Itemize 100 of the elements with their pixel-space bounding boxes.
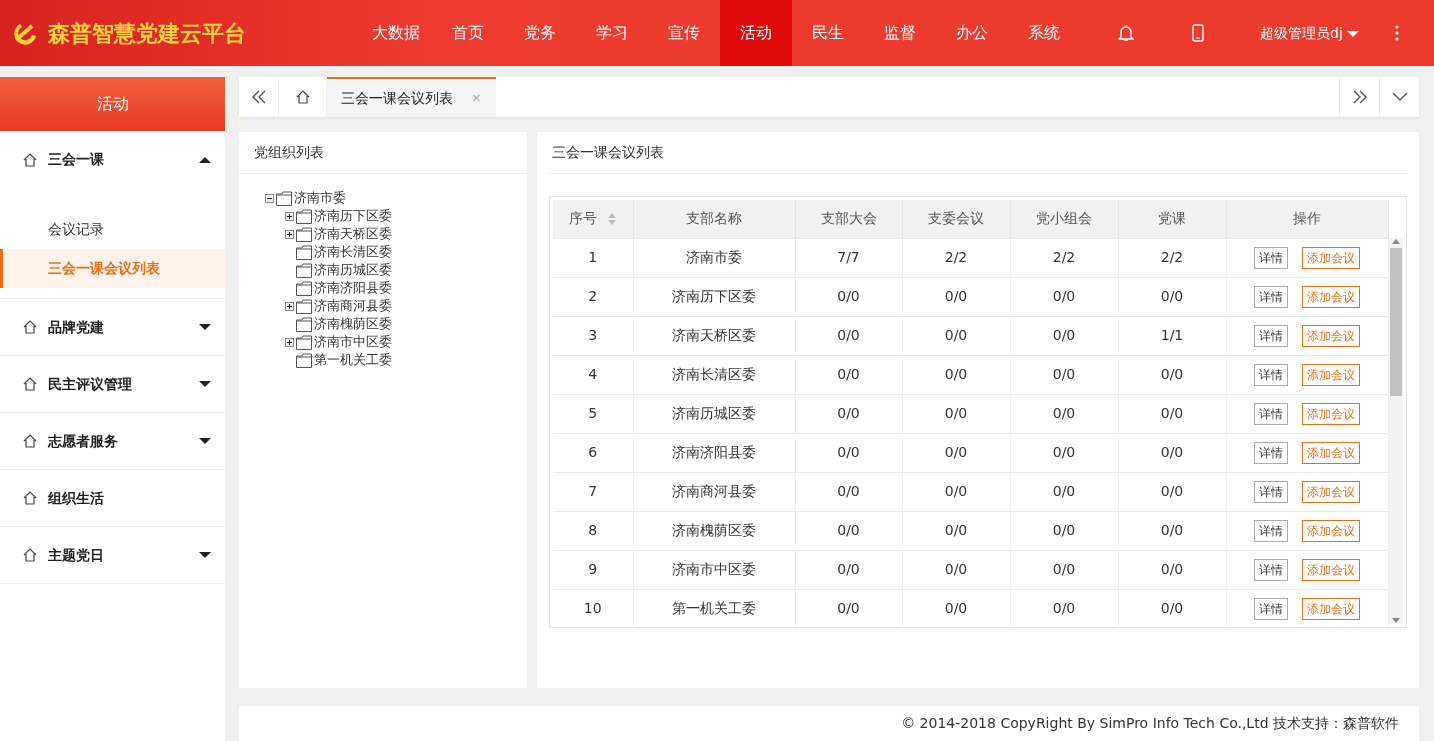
expand-icon[interactable] xyxy=(285,211,294,221)
details-button[interactable]: 详情 xyxy=(1254,246,1288,269)
tree-node[interactable]: 济南槐荫区委 xyxy=(314,314,392,334)
page-tab[interactable]: 三会一课会议列表 × xyxy=(327,77,496,117)
table-cell: 10 xyxy=(553,589,633,628)
home-icon xyxy=(22,490,38,506)
table-cell: 0/0 xyxy=(1010,433,1118,472)
tree-node[interactable]: 济南市委 xyxy=(294,188,346,208)
table-cell: 0/0 xyxy=(902,550,1010,589)
table-cell: 0/0 xyxy=(1010,511,1118,550)
column-header: 支部大会 xyxy=(795,200,902,238)
nav-tab[interactable]: 学习 xyxy=(576,0,648,66)
expand-icon[interactable] xyxy=(285,229,294,239)
nav-tab[interactable]: 宣传 xyxy=(648,0,720,66)
column-header: 党小组会 xyxy=(1010,200,1118,238)
nav-tab[interactable]: 监督 xyxy=(864,0,936,66)
table-cell: 济南商河县委 xyxy=(633,472,795,511)
table-cell: 济南槐荫区委 xyxy=(633,511,795,550)
panel-title: 党组织列表 xyxy=(239,132,527,174)
table-cell: 0/0 xyxy=(1118,511,1226,550)
table-cell: 济南长清区委 xyxy=(633,355,795,394)
collapse-icon[interactable] xyxy=(265,193,274,203)
tree-node[interactable]: 济南历下区委 xyxy=(314,206,392,226)
table-cell: 0/0 xyxy=(1010,589,1118,628)
table-cell: 0/0 xyxy=(1010,472,1118,511)
table-cell: 7/7 xyxy=(795,238,902,277)
table-cell: 2/2 xyxy=(1118,238,1226,277)
details-button[interactable]: 详情 xyxy=(1254,519,1288,542)
tree-node[interactable]: 济南济阳县委 xyxy=(314,278,392,298)
app-title: 森普智慧党建云平台 xyxy=(48,19,246,48)
table-cell: 济南历下区委 xyxy=(633,277,795,316)
table-cell: 2/2 xyxy=(902,238,1010,277)
scroll-down-icon[interactable] xyxy=(1391,618,1400,624)
tree-node[interactable]: 第一机关工委 xyxy=(314,350,392,370)
home-icon xyxy=(22,376,38,392)
nav-tab[interactable]: 活动 xyxy=(720,0,792,66)
tab-menu-button[interactable] xyxy=(1379,77,1419,117)
details-button[interactable]: 详情 xyxy=(1254,324,1288,347)
table-cell: 7 xyxy=(553,472,633,511)
tree-node[interactable]: 济南长清区委 xyxy=(314,242,392,262)
tree-node[interactable]: 济南商河县委 xyxy=(314,296,392,316)
nav-tab[interactable]: 首页 xyxy=(432,0,504,66)
table-cell: 0/0 xyxy=(1118,472,1226,511)
column-header[interactable]: 序号 xyxy=(553,200,633,238)
column-header: 支部名称 xyxy=(633,200,795,238)
expand-icon[interactable] xyxy=(285,301,294,311)
more-icon xyxy=(1395,25,1400,41)
table-cell: 0/0 xyxy=(1010,355,1118,394)
table-cell: 济南济阳县委 xyxy=(633,433,795,472)
table-cell: 0/0 xyxy=(902,394,1010,433)
details-button[interactable]: 详情 xyxy=(1254,558,1288,581)
home-icon xyxy=(22,151,38,168)
details-button[interactable]: 详情 xyxy=(1254,441,1288,464)
details-button[interactable]: 详情 xyxy=(1254,285,1288,308)
folder-icon xyxy=(296,298,312,314)
folder-icon xyxy=(296,334,312,350)
home-icon xyxy=(294,89,311,105)
user-menu[interactable]: 超级管理员dj xyxy=(1254,21,1366,45)
table-cell: 济南历城区委 xyxy=(633,394,795,433)
scroll-right-button[interactable] xyxy=(1339,77,1379,117)
details-button[interactable]: 详情 xyxy=(1254,402,1288,425)
nav-tab[interactable]: 党务 xyxy=(504,0,576,66)
panel-title: 三会一课会议列表 xyxy=(549,132,1407,174)
table-cell: 0/0 xyxy=(902,472,1010,511)
nav-tab[interactable]: 大数据 xyxy=(360,0,432,66)
tree-node[interactable]: 济南天桥区委 xyxy=(314,224,392,244)
folder-icon xyxy=(296,280,312,296)
table-cell: 0/0 xyxy=(795,355,902,394)
table-cell: 1/1 xyxy=(1118,316,1226,355)
table-cell: 8 xyxy=(553,511,633,550)
nav-tab[interactable]: 系统 xyxy=(1008,0,1080,66)
table-cell: 第一机关工委 xyxy=(633,589,795,628)
bell-icon xyxy=(1118,24,1134,42)
details-button[interactable]: 详情 xyxy=(1254,363,1288,386)
column-header: 支委会议 xyxy=(902,200,1010,238)
table-cell: 3 xyxy=(553,316,633,355)
scroll-up-icon[interactable] xyxy=(1391,238,1400,244)
nav-tab[interactable]: 民生 xyxy=(792,0,864,66)
nav-tab[interactable]: 办公 xyxy=(936,0,1008,66)
table-cell: 0/0 xyxy=(1118,277,1226,316)
table-cell: 济南市中区委 xyxy=(633,550,795,589)
table-cell: 1 xyxy=(553,238,633,277)
table-cell: 2 xyxy=(553,277,633,316)
table-cell: 9 xyxy=(553,550,633,589)
home-tab-button[interactable] xyxy=(279,77,327,117)
tree-node[interactable]: 济南历城区委 xyxy=(314,260,392,280)
details-button[interactable]: 详情 xyxy=(1254,480,1288,503)
table-cell: 0/0 xyxy=(902,433,1010,472)
tree-node[interactable]: 济南市中区委 xyxy=(314,332,392,352)
details-button[interactable]: 详情 xyxy=(1254,597,1288,620)
scroll-left-button[interactable] xyxy=(239,77,279,117)
folder-icon xyxy=(276,190,292,206)
table-cell: 0/0 xyxy=(902,511,1010,550)
phone-icon xyxy=(1192,24,1204,42)
table-cell: 济南天桥区委 xyxy=(633,316,795,355)
expand-icon[interactable] xyxy=(285,337,294,347)
table-cell: 0/0 xyxy=(1118,394,1226,433)
footer-text: © 2014-2018 CopyRight By SimPro Info Tech Co.,Ltd 技术支持：森普软件 xyxy=(901,714,1399,733)
table-cell: 0/0 xyxy=(795,589,902,628)
table-cell: 0/0 xyxy=(1010,316,1118,355)
